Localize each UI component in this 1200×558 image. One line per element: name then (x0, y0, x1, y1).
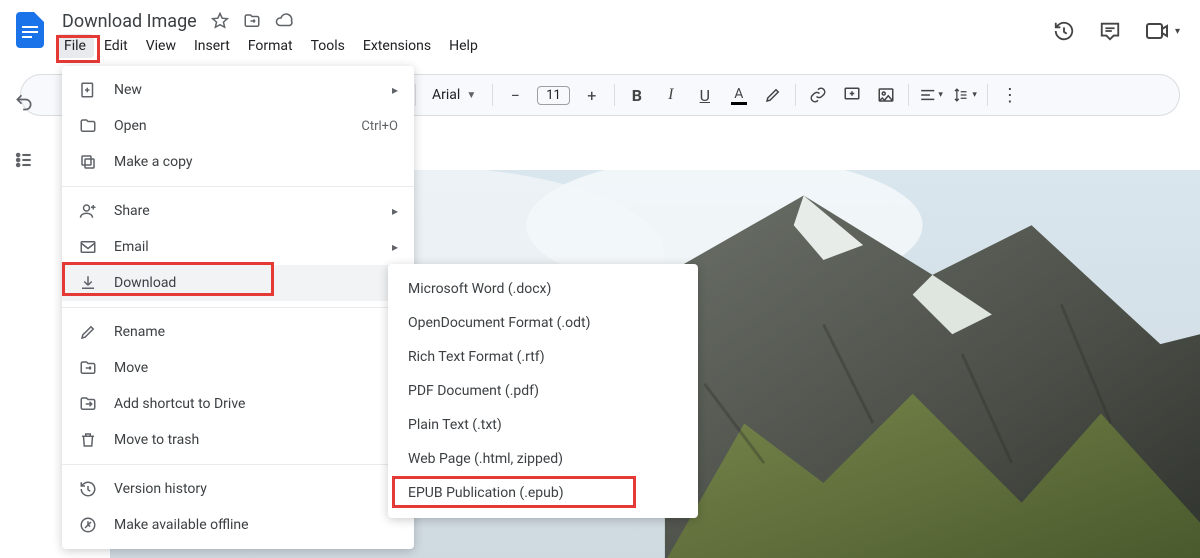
comment-icon[interactable] (1099, 20, 1121, 42)
italic-button[interactable]: I (659, 83, 683, 107)
menu-label: Rename (114, 324, 398, 340)
menu-edit[interactable]: Edit (96, 34, 136, 58)
file-menu-open[interactable]: OpenCtrl+O (62, 108, 414, 144)
star-icon[interactable] (209, 10, 231, 32)
menu-label: New (114, 82, 376, 98)
menu-view[interactable]: View (138, 34, 184, 58)
file-menu-rename[interactable]: Rename (62, 314, 414, 350)
font-size-decrease[interactable]: − (503, 83, 527, 107)
file-menu-move-to-trash[interactable]: Move to trash (62, 422, 414, 458)
menu-extensions[interactable]: Extensions (355, 34, 439, 58)
plus-doc-icon (78, 80, 98, 100)
text-color-button[interactable]: A (727, 83, 751, 107)
download-submenu: Microsoft Word (.docx)OpenDocument Forma… (388, 264, 698, 518)
person-plus-icon (78, 201, 98, 221)
shortcut-icon (78, 394, 98, 414)
menu-label: Download (114, 275, 376, 291)
cloud-status-icon[interactable] (273, 10, 295, 32)
menu-format[interactable]: Format (240, 34, 301, 58)
menu-label: Make a copy (114, 154, 398, 170)
file-menu-move[interactable]: Move (62, 350, 414, 386)
chevron-right-icon: ▸ (392, 83, 398, 97)
pencil-icon (78, 322, 98, 342)
menu-label: Move (114, 360, 398, 376)
file-menu-email[interactable]: Email ▸ (62, 229, 414, 265)
docs-app-icon[interactable] (12, 6, 48, 54)
file-menu-download[interactable]: Download▸ (62, 265, 414, 301)
file-menu-share[interactable]: Share ▸ (62, 193, 414, 229)
move-icon (78, 358, 98, 378)
download-option-5[interactable]: Web Page (.html, zipped) (388, 442, 698, 476)
menu-label: Add shortcut to Drive (114, 396, 398, 412)
history-icon (78, 479, 98, 499)
menu-label: Share (114, 203, 376, 219)
menu-label: Version history (114, 481, 376, 497)
chevron-right-icon: ▸ (392, 204, 398, 218)
download-option-2[interactable]: Rich Text Format (.rtf) (388, 340, 698, 374)
chevron-right-icon: ▸ (392, 240, 398, 254)
folder-icon (78, 116, 98, 136)
file-menu-make-available-offline[interactable]: Make available offline (62, 507, 414, 543)
menu-label: Open (114, 118, 345, 134)
download-option-4[interactable]: Plain Text (.txt) (388, 408, 698, 442)
menu-file[interactable]: File (56, 34, 94, 58)
mail-icon (78, 237, 98, 257)
download-option-1[interactable]: OpenDocument Format (.odt) (388, 306, 698, 340)
bold-button[interactable]: B (625, 83, 649, 107)
font-size-increase[interactable]: + (580, 83, 604, 107)
file-menu-add-shortcut-to-drive[interactable]: Add shortcut to Drive (62, 386, 414, 422)
menu-label: Make available offline (114, 517, 398, 533)
trash-icon (78, 430, 98, 450)
file-menu-version-history[interactable]: Version history▸ (62, 471, 414, 507)
menu-help[interactable]: Help (441, 34, 486, 58)
font-size[interactable]: 11 (537, 86, 570, 105)
document-title[interactable]: Download Image (60, 11, 199, 32)
menu-tools[interactable]: Tools (303, 34, 353, 58)
copy-icon (78, 152, 98, 172)
download-option-6[interactable]: EPUB Publication (.epub) (388, 476, 698, 510)
more-button[interactable]: ⋮ (998, 83, 1022, 107)
underline-button[interactable]: U (693, 83, 717, 107)
meet-icon[interactable]: ▾ (1145, 21, 1180, 41)
outline-button[interactable] (8, 144, 40, 176)
file-menu-make-a-copy[interactable]: Make a copy (62, 144, 414, 180)
insert-image-button[interactable] (874, 83, 898, 107)
download-option-0[interactable]: Microsoft Word (.docx) (388, 272, 698, 306)
link-button[interactable] (806, 83, 830, 107)
line-spacing-button[interactable]: ▾ (953, 83, 977, 107)
menu-insert[interactable]: Insert (186, 34, 238, 58)
file-menu-new[interactable]: New ▸ (62, 72, 414, 108)
undo-button[interactable] (8, 86, 40, 118)
font-select[interactable]: Arial ▼ (426, 87, 482, 103)
offline-icon (78, 515, 98, 535)
menu-label: Email (114, 239, 376, 255)
menu-label: Move to trash (114, 432, 398, 448)
download-icon (78, 273, 98, 293)
download-option-3[interactable]: PDF Document (.pdf) (388, 374, 698, 408)
add-comment-button[interactable] (840, 83, 864, 107)
font-name: Arial (432, 87, 460, 103)
file-menu-dropdown: New ▸ OpenCtrl+O Make a copy Share ▸ Email ▸ Dow… (62, 66, 414, 549)
highlight-button[interactable] (761, 83, 785, 107)
align-button[interactable]: ▾ (919, 83, 943, 107)
move-folder-icon[interactable] (241, 10, 263, 32)
history-icon[interactable] (1053, 20, 1075, 42)
